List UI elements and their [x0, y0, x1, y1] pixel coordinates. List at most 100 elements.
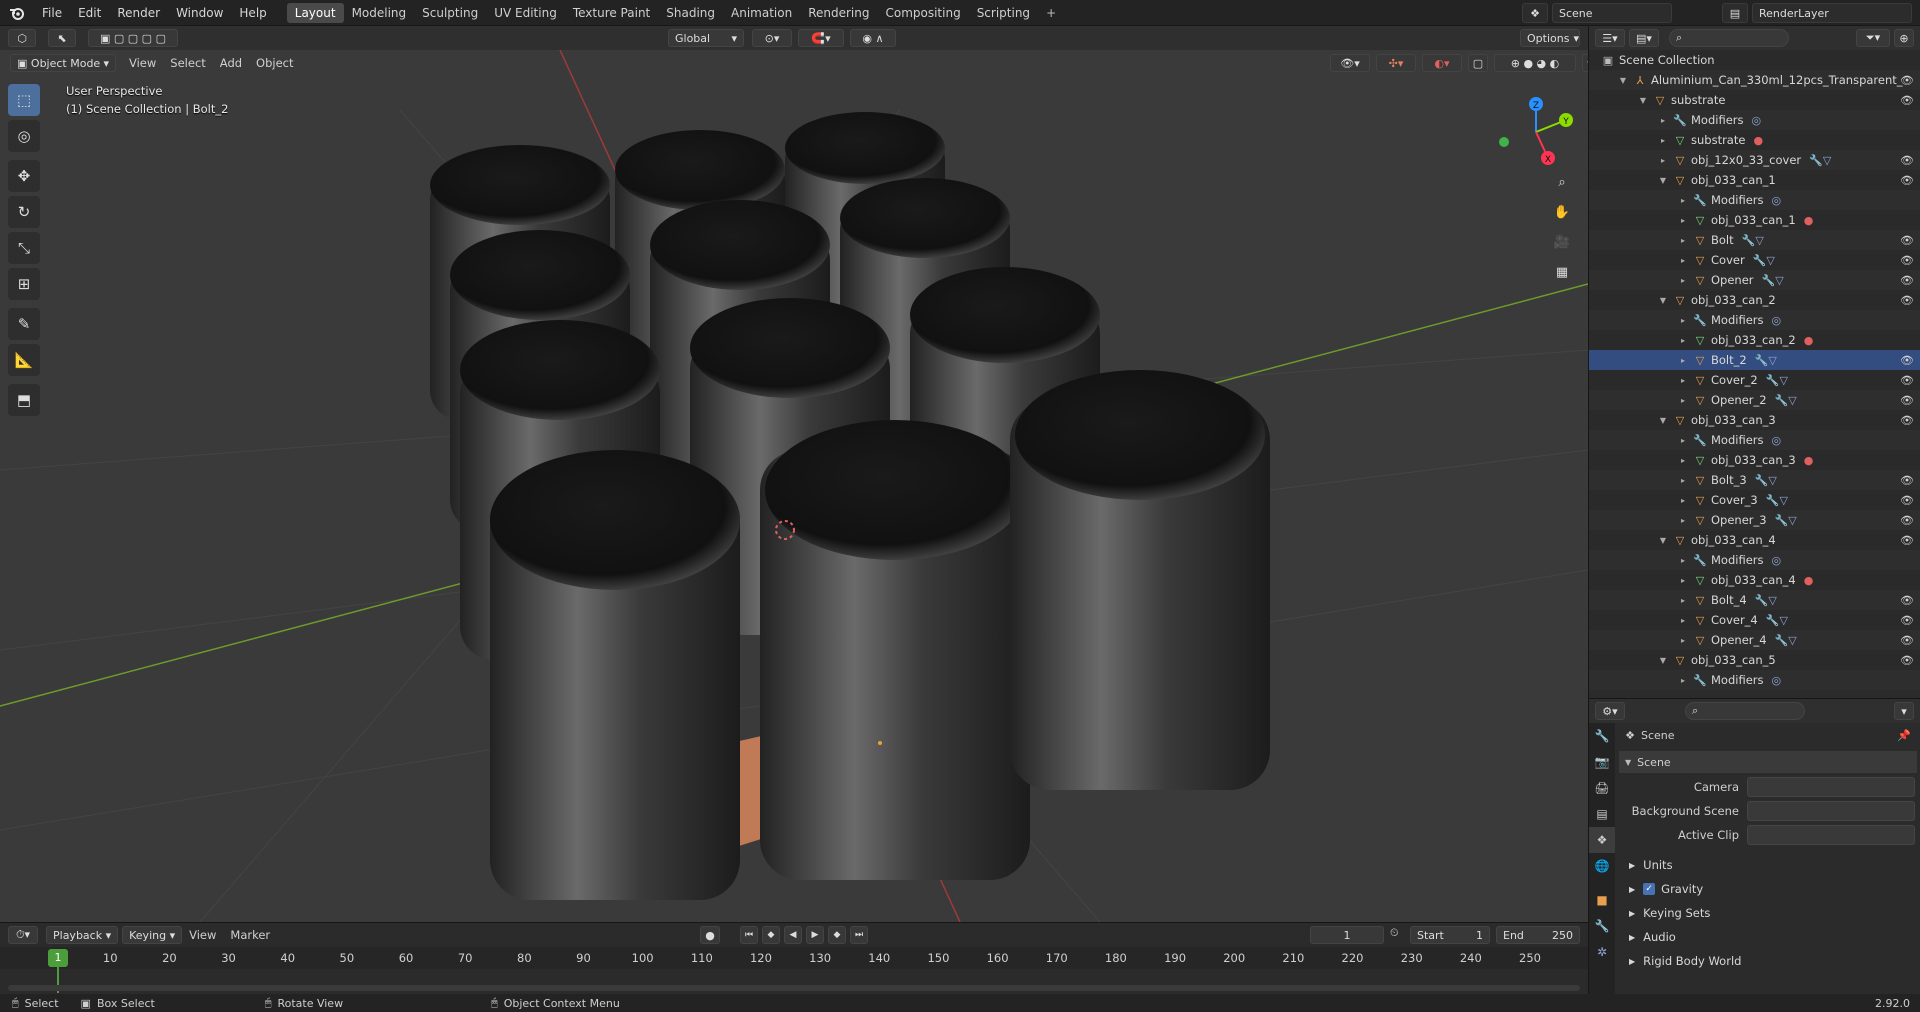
play-reverse-icon[interactable]: ◀ [784, 926, 802, 944]
outliner-row[interactable]: ▸ ▽ Opener_3 🔧▽ 👁 [1589, 510, 1920, 530]
pivot-point-icon[interactable]: ⊙▾ [752, 29, 792, 47]
menu-help[interactable]: Help [231, 0, 274, 26]
outliner-row[interactable]: ▸ ▽ obj_033_can_4 ● [1589, 570, 1920, 590]
shading-mode-icons[interactable]: ⊕ ● ◕ ◐ [1494, 54, 1576, 72]
collapsed-arrow-icon[interactable]: ▸ [1677, 276, 1689, 285]
outliner-row[interactable]: ▸ ▽ Cover_2 🔧▽ 👁 [1589, 370, 1920, 390]
expanded-arrow-icon[interactable]: ▼ [1657, 656, 1669, 665]
scene-tab-icon[interactable]: ❖ [1589, 827, 1615, 853]
outliner-row[interactable]: ▸ ▽ Opener_2 🔧▽ 👁 [1589, 390, 1920, 410]
visibility-eye-icon[interactable]: 👁 [1900, 654, 1914, 667]
outliner-row[interactable]: ▸ ▽ obj_033_can_1 ● [1589, 210, 1920, 230]
select-tool-icon[interactable]: ⬉ [48, 29, 76, 47]
overlay-toggle-icon[interactable]: ◐▾ [1422, 54, 1462, 72]
collapsed-arrow-icon[interactable]: ▸ [1677, 236, 1689, 245]
collapsed-arrow-icon[interactable]: ▸ [1677, 516, 1689, 525]
visibility-eye-icon[interactable]: 👁 [1900, 274, 1914, 287]
tab-animation[interactable]: Animation [723, 3, 800, 23]
visibility-eye-icon[interactable]: 👁 [1900, 254, 1914, 267]
zoom-icon[interactable]: ⌕ [1550, 170, 1574, 194]
collapsed-arrow-icon[interactable]: ▸ [1677, 576, 1689, 585]
menu-render[interactable]: Render [109, 0, 168, 26]
visibility-eye-icon[interactable]: 👁 [1900, 474, 1914, 487]
record-icon[interactable]: ● [700, 926, 720, 944]
keying-menu[interactable]: Keying ▾ [122, 926, 183, 944]
view-layer-browse-icon[interactable]: ▤ [1722, 3, 1748, 23]
visibility-eye-icon[interactable]: 👁 [1900, 174, 1914, 187]
tab-rendering[interactable]: Rendering [800, 3, 877, 23]
proportional-edit-icon[interactable]: ◉ ∧ [850, 29, 896, 47]
collapsed-arrow-icon[interactable]: ▸ [1657, 156, 1669, 165]
collapsed-arrow-icon[interactable]: ▸ [1677, 356, 1689, 365]
gravity-section[interactable]: ▶ ✓ Gravity [1619, 877, 1917, 901]
outliner-row[interactable]: ▸ ▽ Cover 🔧▽ 👁 [1589, 250, 1920, 270]
collapsed-arrow-icon[interactable]: ▸ [1677, 476, 1689, 485]
scene-panel-header[interactable]: ▼ Scene [1619, 751, 1917, 773]
outliner-row[interactable]: ▸ ▽ Bolt_4 🔧▽ 👁 [1589, 590, 1920, 610]
outliner-row[interactable]: ▸ ▽ obj_033_can_2 ● [1589, 330, 1920, 350]
collapsed-arrow-icon[interactable]: ▸ [1677, 336, 1689, 345]
collapsed-arrow-icon[interactable]: ▸ [1677, 396, 1689, 405]
visibility-eye-icon[interactable]: 👁 [1900, 154, 1914, 167]
tab-layout[interactable]: Layout [286, 2, 344, 23]
menu-add[interactable]: Add [213, 56, 249, 70]
visibility-eye-icon[interactable]: 👁 [1900, 634, 1914, 647]
render-tab-icon[interactable]: 📷 [1589, 749, 1615, 775]
timeline-view-menu[interactable]: View [182, 928, 223, 942]
menu-view[interactable]: View [122, 56, 163, 70]
properties-options-icon[interactable]: ▾ [1894, 702, 1914, 720]
scene-browse-icon[interactable]: ❖ [1522, 3, 1548, 23]
collapsed-arrow-icon[interactable]: ▸ [1677, 436, 1689, 445]
keying-sets-section[interactable]: ▶ Keying Sets [1619, 901, 1917, 925]
blender-logo-icon[interactable] [0, 0, 34, 26]
outliner-row[interactable]: ▼ ▽ obj_033_can_3 👁 [1589, 410, 1920, 430]
collapsed-arrow-icon[interactable]: ▸ [1657, 116, 1669, 125]
menu-object[interactable]: Object [249, 56, 300, 70]
add-workspace-button[interactable]: + [1038, 3, 1056, 23]
ortho-grid-icon[interactable]: ▦ [1550, 260, 1574, 284]
modifier-tab-icon[interactable]: 🔧 [1589, 913, 1615, 939]
visibility-eye-icon[interactable]: 👁 [1900, 354, 1914, 367]
new-collection-icon[interactable]: ⊕ [1894, 29, 1914, 47]
collapsed-arrow-icon[interactable]: ▸ [1677, 316, 1689, 325]
collapsed-arrow-icon[interactable]: ▸ [1677, 636, 1689, 645]
collapsed-arrow-icon[interactable]: ▸ [1677, 256, 1689, 265]
visibility-eye-icon[interactable]: 👁 [1900, 414, 1914, 427]
prev-keyframe-icon[interactable]: ◆ [762, 926, 780, 944]
navigation-gizmo[interactable]: Z Y X [1496, 92, 1576, 172]
collapsed-arrow-icon[interactable]: ▸ [1677, 196, 1689, 205]
collapsed-arrow-icon[interactable]: ▸ [1677, 496, 1689, 505]
scene-collection-row[interactable]: ▣ Scene Collection [1589, 50, 1920, 70]
display-mode-icon[interactable]: ▤▾ [1629, 29, 1659, 47]
outliner-row[interactable]: ▸ 🔧 Modifiers ◎ [1589, 310, 1920, 330]
jump-start-icon[interactable]: ⏮ [740, 926, 758, 944]
end-frame-input[interactable]: End 250 [1496, 926, 1580, 944]
collapsed-arrow-icon[interactable]: ▸ [1677, 376, 1689, 385]
expanded-arrow-icon[interactable]: ▼ [1617, 76, 1629, 85]
timeline-editor-type-icon[interactable]: ⏱▾ [8, 926, 38, 944]
properties-search-input[interactable]: ⌕ [1685, 702, 1805, 720]
expanded-arrow-icon[interactable]: ▼ [1657, 536, 1669, 545]
cursor-tool-icon[interactable]: ◎ [8, 120, 40, 152]
collapsed-arrow-icon[interactable]: ▸ [1677, 596, 1689, 605]
select-box-tool-icon[interactable]: ⬚ [8, 84, 40, 116]
xray-icon[interactable]: ▢ [1468, 54, 1488, 72]
add-cube-tool-icon[interactable]: ⬒ [8, 384, 40, 416]
units-section[interactable]: ▶ Units [1619, 853, 1917, 877]
outliner-row[interactable]: ▸ 🔧 Modifiers ◎ [1589, 430, 1920, 450]
options-dropdown[interactable]: Options ▾ [1520, 29, 1580, 47]
scale-tool-icon[interactable]: ⤡ [8, 232, 40, 264]
collapsed-arrow-icon[interactable]: ▸ [1677, 616, 1689, 625]
transform-orientation-select[interactable]: Global ▾ [668, 29, 744, 47]
background-scene-input[interactable] [1747, 801, 1915, 821]
outliner-row[interactable]: ▼ ▽ substrate 👁 [1589, 90, 1920, 110]
outliner-row[interactable]: ▸ ▽ Cover_4 🔧▽ 👁 [1589, 610, 1920, 630]
outliner-row[interactable]: ▸ ▽ Opener 🔧▽ 👁 [1589, 270, 1920, 290]
visibility-icon[interactable]: 👁▾ [1330, 54, 1370, 72]
visibility-eye-icon[interactable]: 👁 [1900, 594, 1914, 607]
visibility-eye-icon[interactable]: 👁 [1900, 94, 1914, 107]
playhead[interactable]: 1 [48, 949, 68, 967]
visibility-eye-icon[interactable]: 👁 [1900, 494, 1914, 507]
menu-window[interactable]: Window [168, 0, 231, 26]
tab-sculpting[interactable]: Sculpting [414, 3, 486, 23]
